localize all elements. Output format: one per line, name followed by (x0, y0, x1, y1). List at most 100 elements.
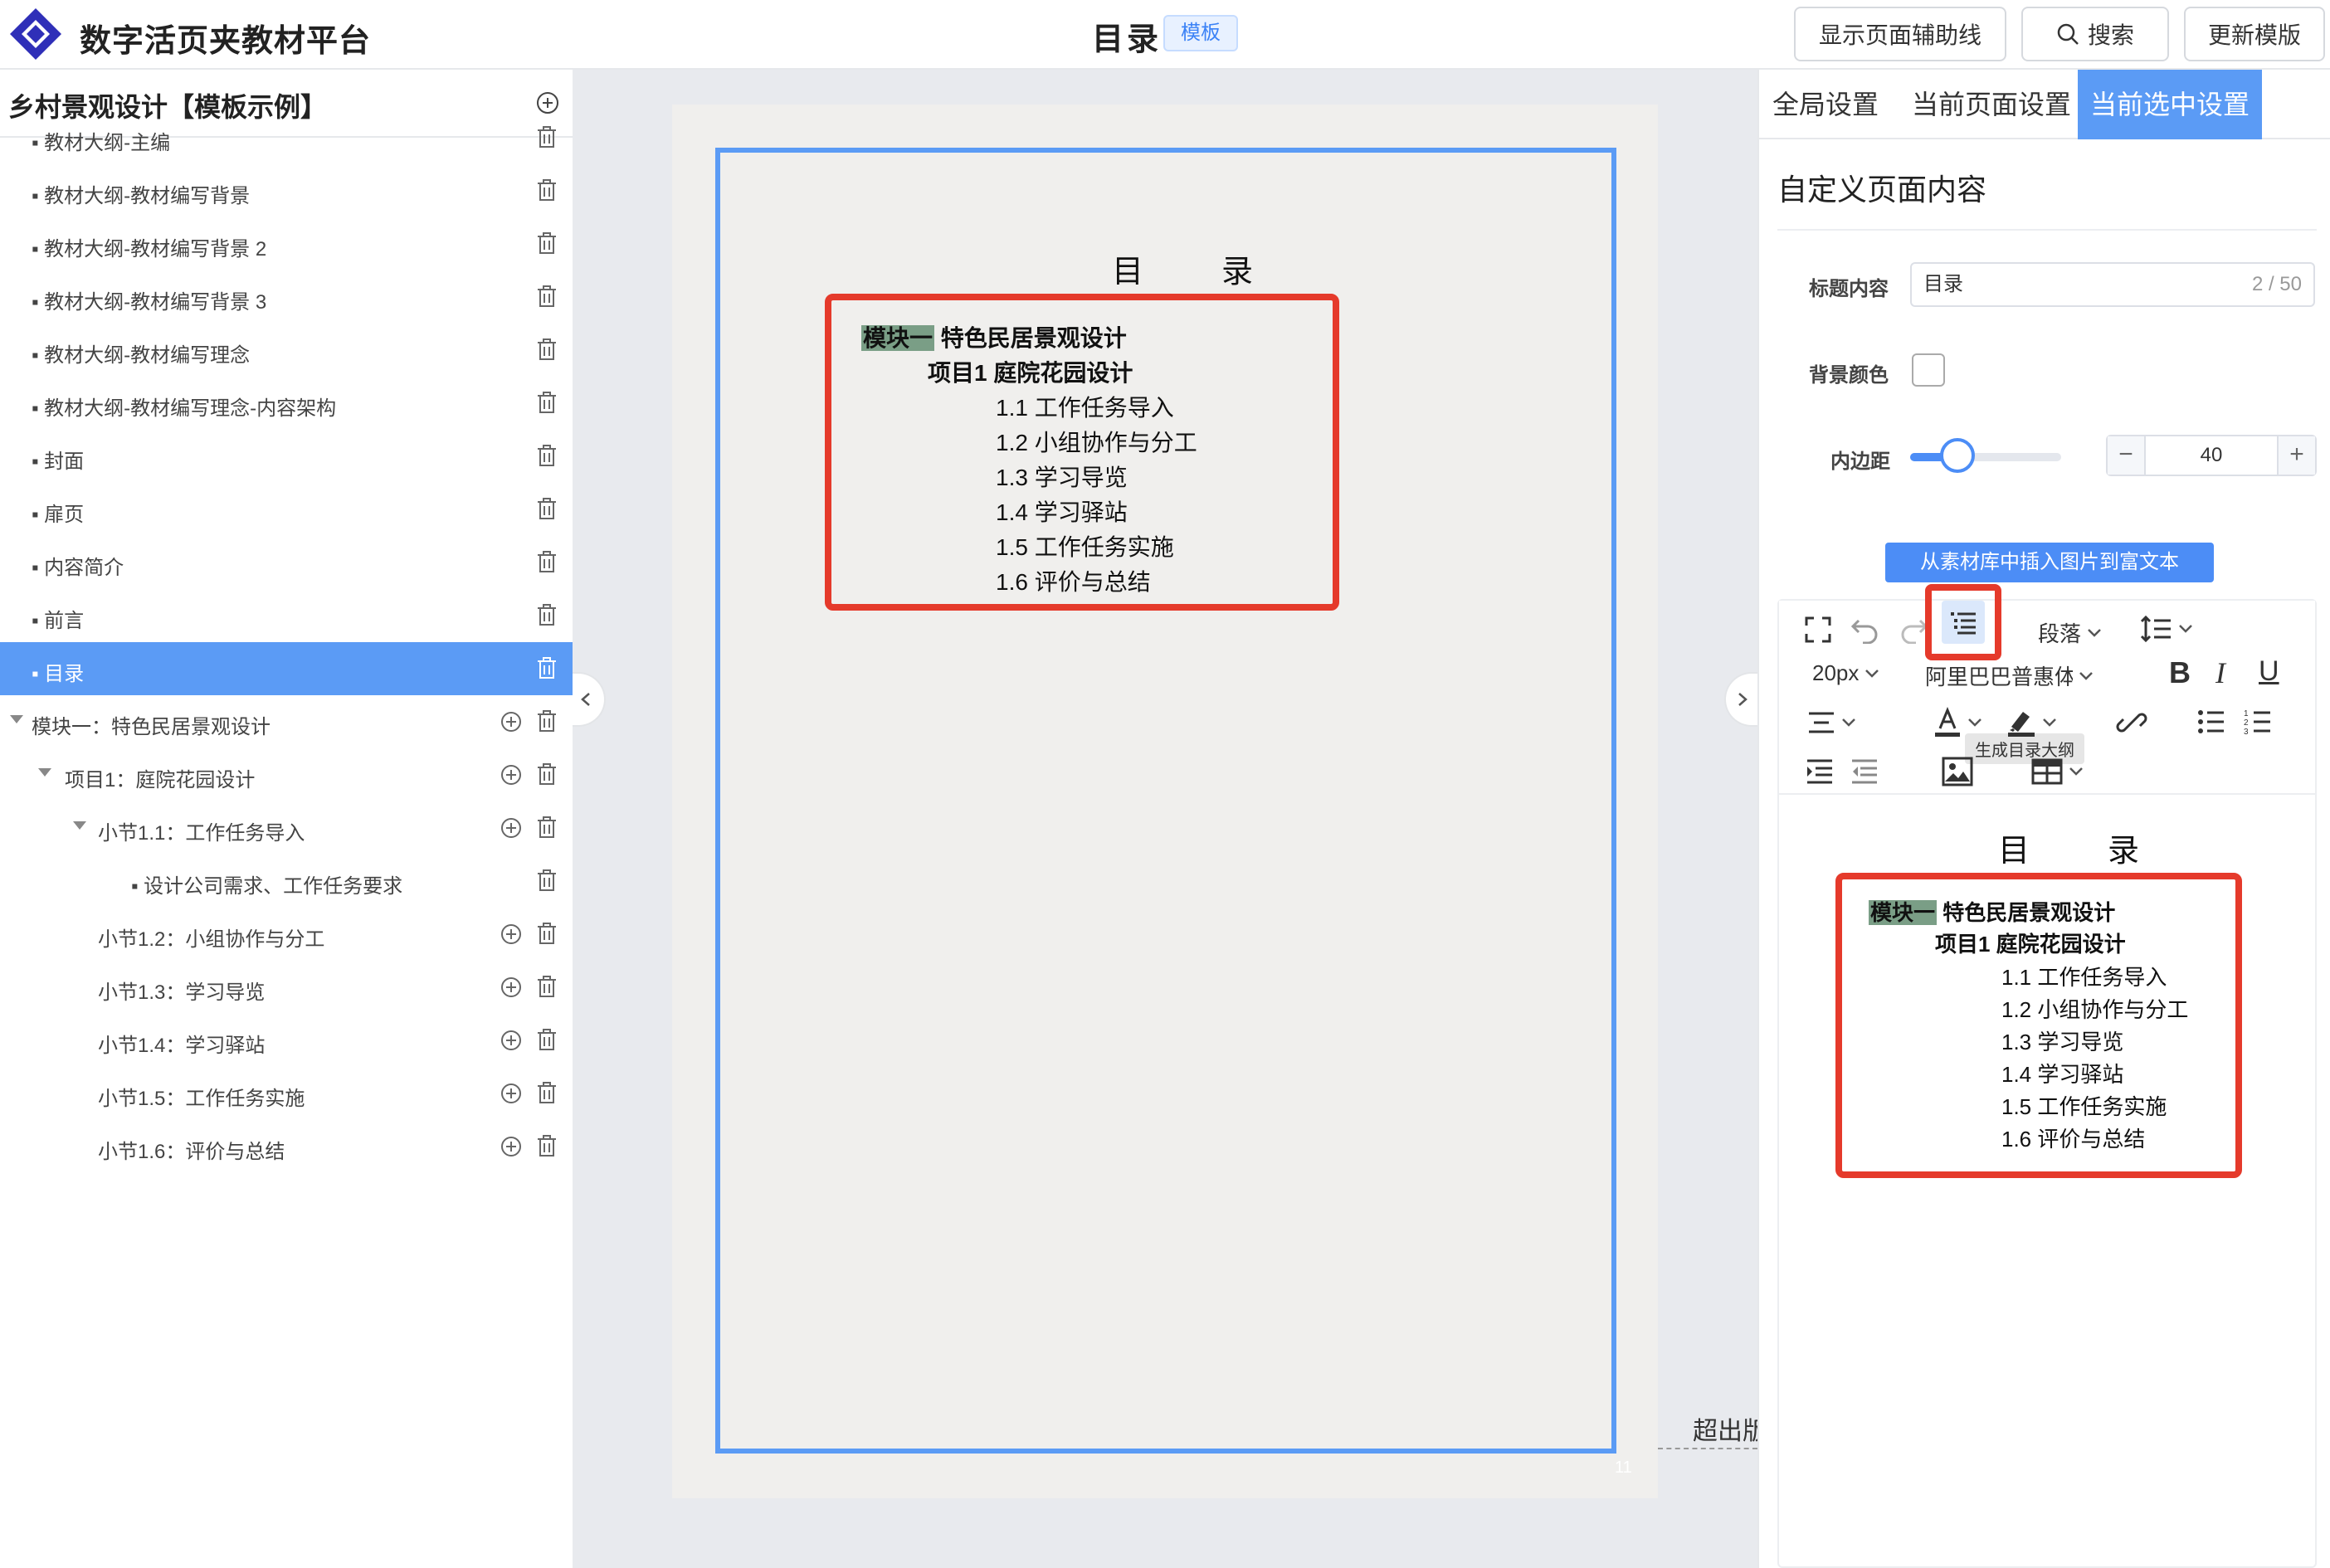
font-size-select[interactable]: 20px (1812, 660, 1880, 686)
trash-icon[interactable] (536, 763, 558, 786)
trash-icon[interactable] (536, 816, 558, 840)
padding-slider-handle[interactable] (1940, 438, 1975, 473)
outdent-button[interactable] (1850, 758, 1879, 785)
padding-increment-button[interactable]: + (2277, 436, 2315, 475)
editor-module-tag: 模块一 (1869, 900, 1938, 925)
numbered-list-icon: 1 2 3 (2244, 709, 2270, 735)
show-guides-button[interactable]: 显示页面辅助线 (1794, 7, 2006, 61)
trash-icon[interactable] (536, 657, 558, 680)
add-child-icon[interactable] (500, 816, 523, 840)
sidebar-item[interactable]: 模块一：特色民居景观设计 (0, 695, 573, 748)
redo-button[interactable] (1899, 616, 1928, 644)
add-child-icon[interactable] (500, 763, 523, 786)
indent-button[interactable] (1806, 758, 1834, 785)
sidebar-item[interactable]: ▪ 教材大纲-教材编写理念-内容架构 (0, 377, 573, 430)
outline-sidebar: 乡村景观设计【模板示例】 ▪ 教材大纲-主编 ▪ 教材大纲-教材编写背景 ▪ 教材大… (0, 70, 573, 1568)
trash-icon[interactable] (536, 179, 558, 202)
paragraph-select[interactable]: 段落 (2038, 617, 2103, 648)
font-family-select[interactable]: 阿里巴巴普惠体 (1925, 660, 2106, 691)
add-child-icon[interactable] (500, 976, 523, 999)
indent-icon (1807, 759, 1832, 784)
collapse-right-button[interactable] (1724, 672, 1757, 727)
search-button[interactable]: 搜索 (2021, 7, 2169, 61)
trash-icon[interactable] (536, 1082, 558, 1105)
add-child-icon[interactable] (500, 1135, 523, 1158)
numbered-list-button[interactable]: 1 2 3 (2244, 709, 2272, 735)
fullscreen-button[interactable] (1804, 616, 1832, 644)
trash-icon[interactable] (536, 285, 558, 309)
sidebar-item-label: 小节1.6：评价与总结 (98, 1141, 285, 1163)
trash-icon[interactable] (536, 1135, 558, 1158)
sidebar-item[interactable]: 项目1：庭院花园设计 (0, 748, 573, 801)
expand-caret-icon[interactable] (10, 715, 23, 723)
chevron-down-icon (1865, 669, 1879, 678)
trash-icon[interactable] (536, 869, 558, 893)
trash-icon[interactable] (536, 498, 558, 521)
padding-value[interactable]: 40 (2147, 436, 2275, 475)
expand-caret-icon[interactable] (38, 768, 51, 777)
padding-decrement-button[interactable]: − (2108, 436, 2146, 475)
chevron-down-icon (2069, 767, 2083, 776)
add-child-icon[interactable] (500, 710, 523, 733)
font-color-select[interactable] (1933, 707, 1983, 738)
link-button[interactable] (2116, 707, 2147, 738)
tab-selection-settings[interactable]: 当前选中设置 (2078, 70, 2262, 139)
sidebar-item[interactable]: ▪ 教材大纲-教材编写背景 2 (0, 217, 573, 270)
sidebar-item[interactable]: 小节1.3：学习导览 (0, 961, 573, 1014)
bold-button[interactable]: B (2169, 655, 2191, 690)
sidebar-item[interactable]: 小节1.5：工作任务实施 (0, 1067, 573, 1120)
sidebar-item[interactable]: ▪ 目录 (0, 642, 573, 695)
sidebar-item-label: ▪ 教材大纲-教材编写理念 (32, 344, 251, 367)
sidebar-item[interactable]: ▪ 教材大纲-教材编写背景 3 (0, 270, 573, 324)
expand-caret-icon[interactable] (73, 821, 86, 830)
sidebar-item[interactable]: ▪ 教材大纲-教材编写理念 (0, 324, 573, 377)
trash-icon[interactable] (536, 392, 558, 415)
sidebar-item[interactable]: ▪ 扉页 (0, 483, 573, 536)
sidebar-item[interactable]: 小节1.1：工作任务导入 (0, 801, 573, 855)
bg-color-picker[interactable] (1912, 353, 1945, 387)
title-label: 标题内容 (1809, 278, 1889, 300)
editor-toc-section-line: 1.5 工作任务实施 (2001, 1094, 2167, 1119)
generate-toc-button[interactable] (1942, 601, 1985, 644)
trash-icon[interactable] (536, 923, 558, 946)
italic-button[interactable]: I (2215, 655, 2225, 690)
table-select[interactable] (2031, 758, 2084, 785)
title-input[interactable]: 目录 2 / 50 (1910, 262, 2315, 307)
sidebar-item[interactable]: ▪ 前言 (0, 589, 573, 642)
trash-icon[interactable] (536, 604, 558, 627)
highlight-color-select[interactable] (2006, 707, 2058, 738)
sidebar-item[interactable]: 小节1.4：学习驿站 (0, 1014, 573, 1067)
sidebar-item[interactable]: 小节1.6：评价与总结 (0, 1120, 573, 1173)
tab-page-settings[interactable]: 当前页面设置 (1900, 70, 2083, 139)
line-height-select[interactable] (2139, 614, 2194, 644)
padding-slider[interactable] (1910, 453, 2061, 461)
tab-global-settings[interactable]: 全局设置 (1759, 70, 1892, 139)
trash-icon[interactable] (536, 126, 558, 149)
insert-image-button[interactable]: 从素材库中插入图片到富文本 (1885, 543, 2214, 582)
add-child-icon[interactable] (500, 1082, 523, 1105)
trash-icon[interactable] (536, 1029, 558, 1052)
underline-button[interactable]: U (2259, 655, 2279, 688)
trash-icon[interactable] (536, 551, 558, 574)
trash-icon[interactable] (536, 445, 558, 468)
add-child-icon[interactable] (500, 923, 523, 946)
trash-icon[interactable] (536, 338, 558, 362)
sidebar-item[interactable]: ▪ 教材大纲-主编 (0, 111, 573, 164)
update-template-button[interactable]: 更新模版 (2184, 7, 2325, 61)
align-select[interactable] (1807, 710, 1857, 735)
sidebar-item[interactable]: ▪ 封面 (0, 430, 573, 483)
sidebar-item[interactable]: ▪ 教材大纲-教材编写背景 (0, 164, 573, 217)
trash-icon[interactable] (536, 232, 558, 256)
chevron-down-icon (2088, 628, 2101, 637)
add-child-icon[interactable] (500, 1029, 523, 1052)
sidebar-item[interactable]: ▪ 内容简介 (0, 536, 573, 589)
insert-image-tool-button[interactable] (1942, 757, 1973, 786)
undo-button[interactable] (1850, 616, 1880, 644)
trash-icon[interactable] (536, 710, 558, 733)
trash-icon[interactable] (536, 976, 558, 999)
redo-icon (1901, 619, 1928, 644)
sidebar-item[interactable]: ▪ 设计公司需求、工作任务要求 (0, 855, 573, 908)
bullet-list-button[interactable] (2197, 709, 2225, 735)
sidebar-item[interactable]: 小节1.2：小组协作与分工 (0, 908, 573, 961)
collapse-left-button[interactable] (573, 672, 606, 727)
